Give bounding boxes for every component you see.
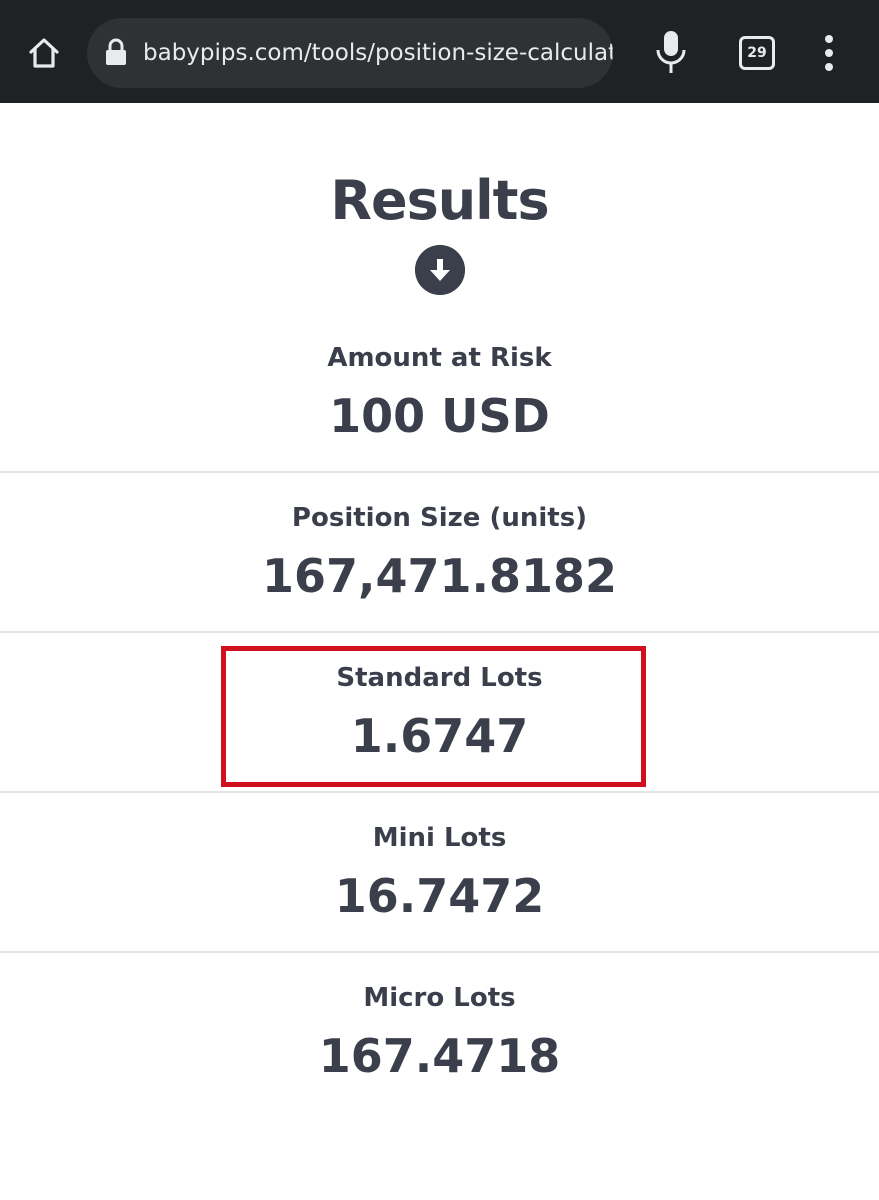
lock-icon xyxy=(106,38,126,65)
result-position-size: Position Size (units) 167,471.8182 xyxy=(0,491,879,651)
result-value: 16.7472 xyxy=(334,869,545,923)
result-value: 167.4718 xyxy=(318,1029,561,1083)
result-value: 167,471.8182 xyxy=(261,549,618,603)
tabs-button[interactable]: 29 xyxy=(739,36,775,70)
url-text: babypips.com/tools/position-size-calcula… xyxy=(143,36,613,70)
browser-toolbar: babypips.com/tools/position-size-calcula… xyxy=(0,0,879,103)
result-label: Micro Lots xyxy=(363,983,516,1013)
home-button[interactable] xyxy=(18,30,70,76)
divider xyxy=(0,631,879,633)
result-micro-lots: Micro Lots 167.4718 xyxy=(0,971,879,1131)
address-bar[interactable]: babypips.com/tools/position-size-calcula… xyxy=(87,18,613,88)
result-label: Amount at Risk xyxy=(327,343,552,373)
result-label: Mini Lots xyxy=(372,823,507,853)
results-section: Results Amount at Risk 100 USD Position … xyxy=(0,103,879,1200)
highlight-box xyxy=(221,646,646,787)
microphone-icon[interactable] xyxy=(650,28,692,76)
results-title: Results xyxy=(330,169,549,232)
result-label: Position Size (units) xyxy=(291,503,588,533)
divider xyxy=(0,791,879,793)
result-value: 100 USD xyxy=(329,389,550,443)
home-icon xyxy=(29,38,59,68)
url-main: babypips.com/tools/position-size-calcula… xyxy=(143,40,613,66)
arrow-down-circle-icon[interactable] xyxy=(415,245,465,295)
divider xyxy=(0,471,879,473)
more-vert-icon[interactable] xyxy=(812,32,846,74)
divider xyxy=(0,951,879,953)
result-mini-lots: Mini Lots 16.7472 xyxy=(0,811,879,971)
result-amount-at-risk: Amount at Risk 100 USD xyxy=(0,331,879,491)
